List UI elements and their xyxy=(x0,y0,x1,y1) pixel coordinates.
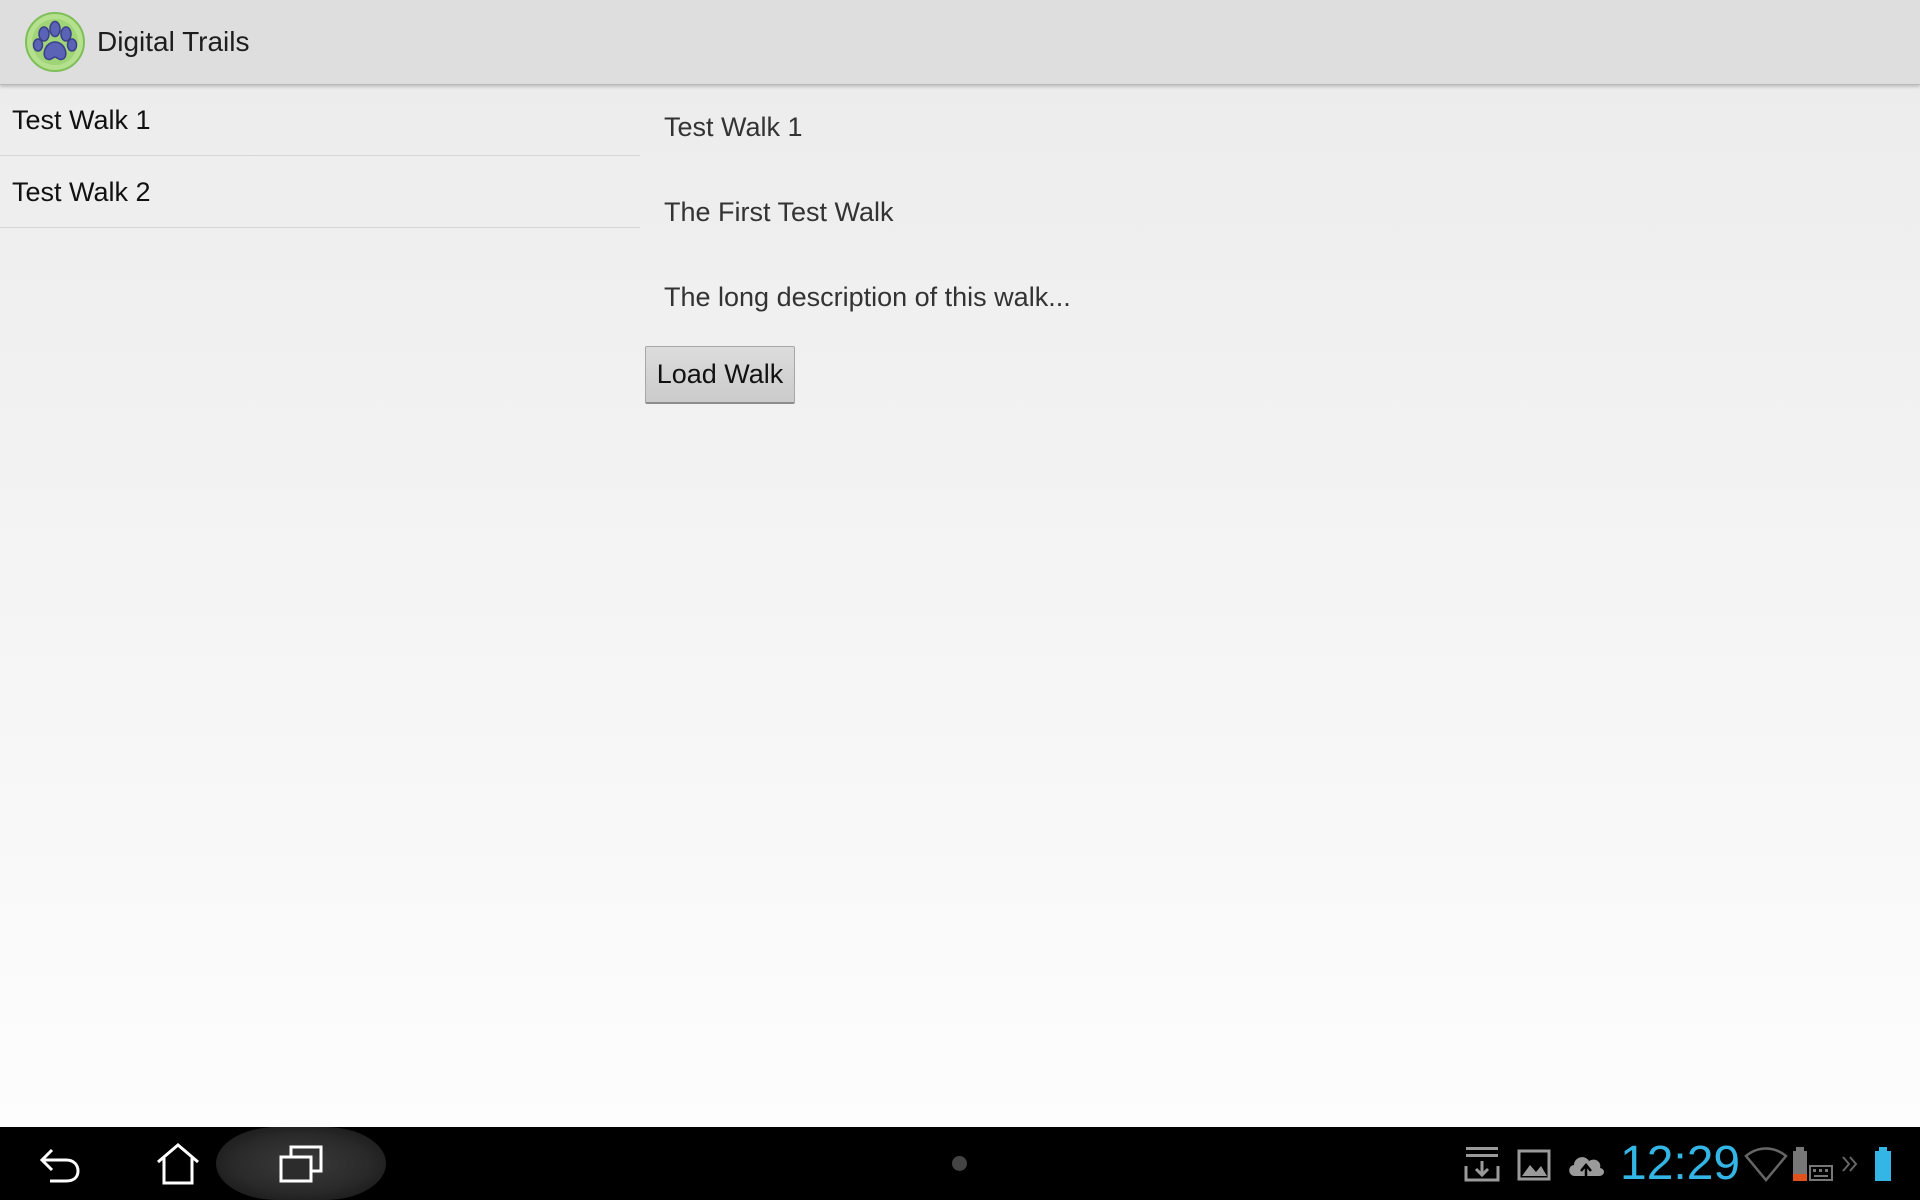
walk-description: The long description of this walk... xyxy=(664,282,1071,312)
app-title: Digital Trails xyxy=(97,26,250,57)
clock[interactable]: 12:29 xyxy=(1620,1136,1740,1192)
keyboard-icon[interactable] xyxy=(1808,1144,1834,1184)
home-icon xyxy=(157,1142,199,1184)
battery-icon[interactable] xyxy=(1791,1144,1809,1184)
back-icon xyxy=(39,1148,80,1182)
back-button[interactable] xyxy=(0,1127,120,1200)
wifi-icon[interactable] xyxy=(1744,1144,1788,1184)
walk-list: Test Walk 1 Test Walk 2 xyxy=(0,84,640,228)
recent-apps-button[interactable] xyxy=(216,1127,386,1200)
action-bar: Digital Trails xyxy=(0,0,1920,85)
load-walk-button[interactable]: Load Walk xyxy=(645,346,795,404)
recent-apps-icon xyxy=(279,1145,323,1182)
menu-dot[interactable] xyxy=(952,1156,967,1171)
walk-subtitle: The First Test Walk xyxy=(664,197,894,227)
battery-level-icon[interactable] xyxy=(1872,1144,1894,1184)
walk-list-item[interactable]: Test Walk 1 xyxy=(0,84,640,156)
download-icon[interactable] xyxy=(1462,1144,1502,1184)
walk-title: Test Walk 1 xyxy=(664,112,803,142)
gallery-icon[interactable] xyxy=(1516,1144,1552,1184)
walk-list-item[interactable]: Test Walk 2 xyxy=(0,156,640,228)
more-icon[interactable] xyxy=(1841,1144,1859,1184)
cloud-upload-icon[interactable] xyxy=(1565,1144,1607,1184)
paw-print-icon[interactable] xyxy=(25,12,85,72)
